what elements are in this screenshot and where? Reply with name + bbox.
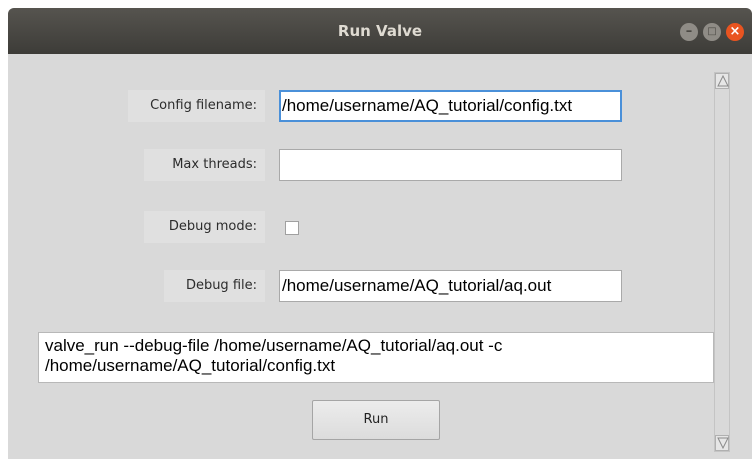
close-button[interactable]: × [726, 23, 744, 41]
command-line-2: /home/username/AQ_tutorial/config.txt [45, 356, 336, 375]
triangle-down-icon [717, 437, 729, 450]
debug-file-label: Debug file: [164, 270, 265, 302]
run-valve-window: Run Valve – □ × Config filename: /home/u… [8, 8, 752, 459]
maximize-button[interactable]: □ [703, 23, 721, 41]
config-filename-input[interactable]: /home/username/AQ_tutorial/config.txt [279, 90, 622, 122]
minimize-button[interactable]: – [680, 23, 698, 41]
max-threads-label: Max threads: [144, 149, 265, 181]
command-preview[interactable]: valve_run --debug-file /home/username/AQ… [38, 332, 714, 383]
vertical-scrollbar[interactable] [714, 72, 730, 452]
debug-mode-checkbox[interactable] [285, 221, 299, 235]
run-button[interactable]: Run [312, 400, 440, 440]
max-threads-input[interactable] [279, 149, 622, 181]
scroll-up-button[interactable] [715, 73, 729, 89]
debug-mode-label: Debug mode: [144, 211, 265, 243]
command-line-1: valve_run --debug-file /home/username/AQ… [45, 336, 503, 355]
window-title: Run Valve [337, 22, 423, 40]
scroll-down-button[interactable] [715, 435, 729, 451]
triangle-up-icon [717, 74, 729, 87]
config-filename-label: Config filename: [128, 90, 265, 122]
title-bar[interactable]: Run Valve – □ × [8, 8, 752, 54]
debug-file-input[interactable]: /home/username/AQ_tutorial/aq.out [279, 270, 622, 302]
